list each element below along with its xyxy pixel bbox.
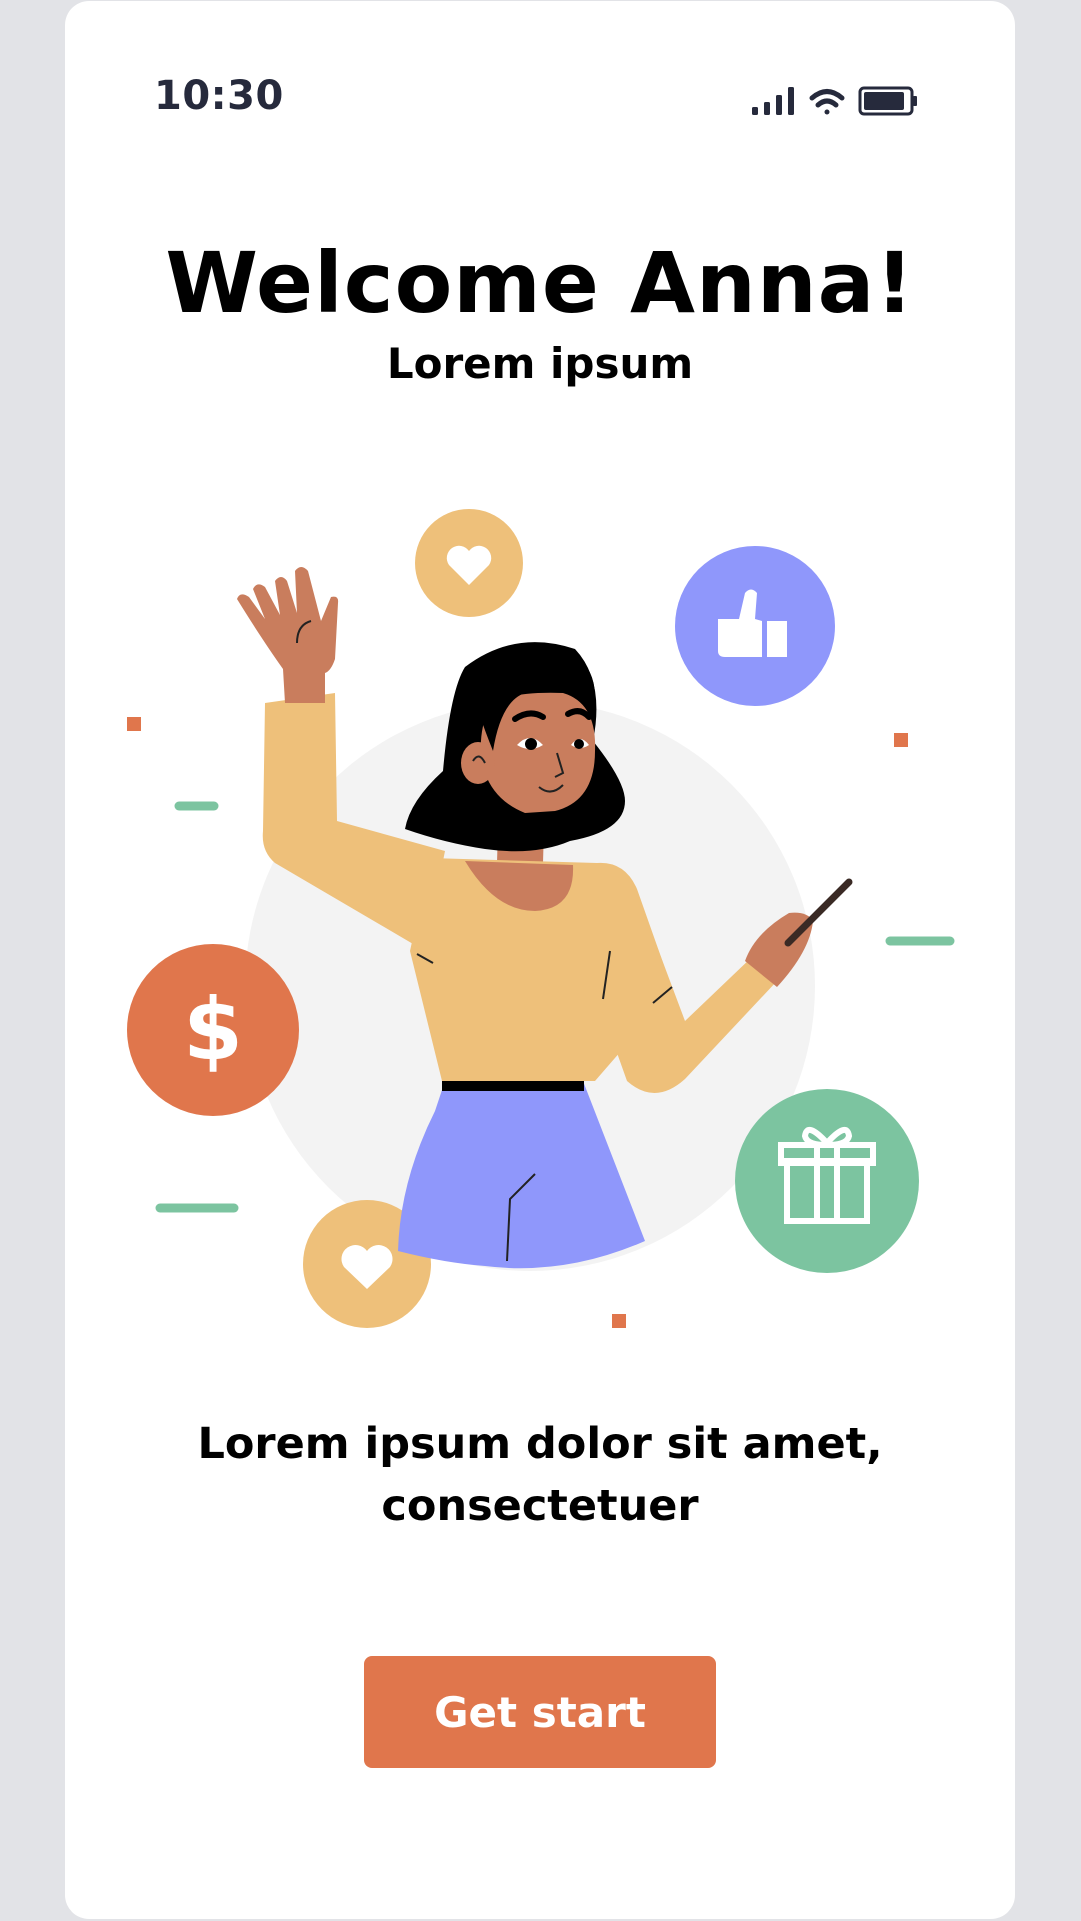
gift-icon xyxy=(735,1089,919,1273)
wifi-icon xyxy=(809,89,845,115)
welcome-subtitle: Lorem ipsum xyxy=(386,339,694,388)
welcome-title: Welcome Anna! xyxy=(165,234,915,332)
welcome-illustration: $ xyxy=(65,481,1015,1361)
get-start-button[interactable]: Get start xyxy=(364,1656,716,1768)
status-icons xyxy=(750,83,920,119)
battery-icon xyxy=(858,86,917,116)
heart-icon xyxy=(415,509,523,617)
status-bar: 10:30 xyxy=(65,1,1015,201)
description-text: Lorem ipsum dolor sit amet, consectetuer xyxy=(185,1413,895,1537)
confetti-square xyxy=(894,733,908,747)
phone-screen: 10:30 Welcome Anna! Lorem ipsum $ Lorem … xyxy=(65,1,1015,1919)
svg-text:$: $ xyxy=(183,980,243,1080)
confetti-square xyxy=(612,1314,626,1328)
status-time: 10:30 xyxy=(154,73,284,119)
description-line-1: Lorem ipsum dolor sit amet, xyxy=(197,1419,883,1469)
signal-icon xyxy=(752,87,794,115)
dollar-icon: $ xyxy=(127,944,299,1116)
confetti-square xyxy=(127,717,141,731)
thumbs-up-icon xyxy=(675,546,835,706)
description-line-2: consectetuer xyxy=(381,1481,699,1531)
